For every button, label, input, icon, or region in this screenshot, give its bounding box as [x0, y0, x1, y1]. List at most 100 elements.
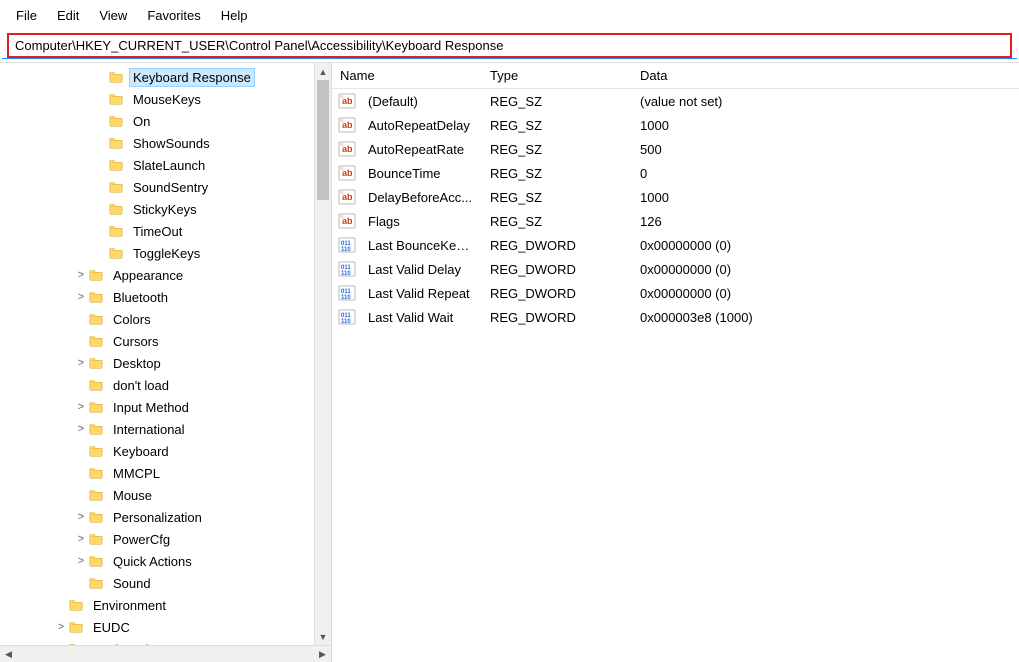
tree-item[interactable]: Mouse	[0, 484, 331, 506]
tree-item[interactable]: Keyboard	[0, 440, 331, 462]
tree-item[interactable]: Colors	[0, 308, 331, 330]
folder-icon	[108, 92, 124, 106]
scroll-right-icon[interactable]: ▶	[314, 646, 331, 662]
tree-item-label: EUDC	[90, 619, 133, 636]
value-data: 0x00000000 (0)	[632, 260, 932, 279]
tree-item[interactable]: don't load	[0, 374, 331, 396]
tree-item-label: don't load	[110, 377, 172, 394]
folder-icon	[88, 576, 104, 590]
menu-file[interactable]: File	[6, 4, 47, 27]
column-header-name[interactable]: Name	[332, 63, 482, 88]
tree-item[interactable]: MMCPL	[0, 462, 331, 484]
value-name: BounceTime	[360, 164, 482, 183]
tree-item[interactable]: >Bluetooth	[0, 286, 331, 308]
value-data: 1000	[632, 188, 932, 207]
tree-item-label: ToggleKeys	[130, 245, 203, 262]
expand-icon[interactable]: >	[74, 401, 88, 413]
folder-icon	[88, 444, 104, 458]
menu-edit[interactable]: Edit	[47, 4, 89, 27]
scrollbar-thumb[interactable]	[317, 80, 329, 200]
expand-icon[interactable]: >	[74, 269, 88, 281]
address-bar[interactable]: Computer\HKEY_CURRENT_USER\Control Panel…	[7, 33, 1012, 58]
value-data: 1000	[632, 116, 932, 135]
tree-item-label: TimeOut	[130, 223, 185, 240]
tree-item[interactable]: >International	[0, 418, 331, 440]
value-name: Last Valid Delay	[360, 260, 482, 279]
expand-icon[interactable]: >	[74, 423, 88, 435]
tree-horizontal-scrollbar[interactable]: ◀ ▶	[0, 645, 331, 662]
tree-item[interactable]: ShowSounds	[0, 132, 331, 154]
tree-item[interactable]: >Desktop	[0, 352, 331, 374]
value-type: REG_DWORD	[482, 308, 632, 327]
tree-item[interactable]: >Quick Actions	[0, 550, 331, 572]
folder-icon	[108, 136, 124, 150]
reg-dword-icon	[338, 236, 356, 254]
tree-item-label: SoundSentry	[130, 179, 211, 196]
scroll-down-icon[interactable]: ▼	[315, 628, 331, 645]
value-row[interactable]: AutoRepeatRateREG_SZ500	[332, 137, 1019, 161]
expand-icon[interactable]: >	[74, 511, 88, 523]
menubar: File Edit View Favorites Help	[0, 0, 1019, 31]
tree-item-label: On	[130, 113, 153, 130]
expand-icon[interactable]: >	[74, 533, 88, 545]
value-data: 0x000003e8 (1000)	[632, 308, 932, 327]
value-type: REG_DWORD	[482, 260, 632, 279]
reg-sz-icon	[338, 140, 356, 158]
value-row[interactable]: FlagsREG_SZ126	[332, 209, 1019, 233]
value-name: (Default)	[360, 92, 482, 111]
folder-icon	[88, 466, 104, 480]
tree-item[interactable]: On	[0, 110, 331, 132]
value-row[interactable]: Last Valid RepeatREG_DWORD0x00000000 (0)	[332, 281, 1019, 305]
value-name: Last Valid Wait	[360, 308, 482, 327]
menu-view[interactable]: View	[89, 4, 137, 27]
tree-item[interactable]: Cursors	[0, 330, 331, 352]
folder-icon	[88, 400, 104, 414]
menu-favorites[interactable]: Favorites	[137, 4, 210, 27]
value-type: REG_DWORD	[482, 284, 632, 303]
value-row[interactable]: DelayBeforeAcc...REG_SZ1000	[332, 185, 1019, 209]
tree-item[interactable]: MouseKeys	[0, 88, 331, 110]
value-data: (value not set)	[632, 92, 932, 111]
folder-icon	[108, 202, 124, 216]
value-row[interactable]: Last Valid WaitREG_DWORD0x000003e8 (1000…	[332, 305, 1019, 329]
expand-icon[interactable]: >	[74, 357, 88, 369]
menu-help[interactable]: Help	[211, 4, 258, 27]
tree-item[interactable]: Environment	[0, 594, 331, 616]
tree-item[interactable]: >PowerCfg	[0, 528, 331, 550]
column-header-type[interactable]: Type	[482, 63, 632, 88]
value-row[interactable]: (Default)REG_SZ(value not set)	[332, 89, 1019, 113]
tree-item-label: Mouse	[110, 487, 155, 504]
value-type: REG_SZ	[482, 188, 632, 207]
tree-item[interactable]: SoundSentry	[0, 176, 331, 198]
value-row[interactable]: BounceTimeREG_SZ0	[332, 161, 1019, 185]
scroll-up-icon[interactable]: ▲	[315, 63, 331, 80]
tree-item[interactable]: ToggleKeys	[0, 242, 331, 264]
reg-sz-icon	[338, 164, 356, 182]
registry-tree[interactable]: Keyboard ResponseMouseKeys On ShowSoundsSl…	[0, 63, 331, 662]
tree-item[interactable]: Sound	[0, 572, 331, 594]
value-type: REG_SZ	[482, 212, 632, 231]
value-row[interactable]: Last Valid DelayREG_DWORD0x00000000 (0)	[332, 257, 1019, 281]
tree-item[interactable]: Keyboard Response	[0, 66, 331, 88]
expand-icon[interactable]: >	[54, 621, 68, 633]
tree-item[interactable]: >Input Method	[0, 396, 331, 418]
expand-icon[interactable]: >	[74, 291, 88, 303]
value-type: REG_SZ	[482, 92, 632, 111]
value-row[interactable]: Last BounceKey ...REG_DWORD0x00000000 (0…	[332, 233, 1019, 257]
value-row[interactable]: AutoRepeatDelayREG_SZ1000	[332, 113, 1019, 137]
tree-vertical-scrollbar[interactable]: ▲ ▼	[314, 63, 331, 645]
tree-item[interactable]: >Personalization	[0, 506, 331, 528]
tree-item[interactable]: >Appearance	[0, 264, 331, 286]
tree-item-label: Environment	[90, 597, 169, 614]
tree-item[interactable]: > EUDC	[0, 616, 331, 638]
content-split: Keyboard ResponseMouseKeys On ShowSoundsSl…	[0, 62, 1019, 662]
scroll-left-icon[interactable]: ◀	[0, 646, 17, 662]
value-data: 0x00000000 (0)	[632, 284, 932, 303]
tree-item-label: Colors	[110, 311, 154, 328]
tree-item[interactable]: SlateLaunch	[0, 154, 331, 176]
tree-item[interactable]: TimeOut	[0, 220, 331, 242]
column-header-data[interactable]: Data	[632, 63, 932, 88]
expand-icon[interactable]: >	[74, 555, 88, 567]
tree-item[interactable]: StickyKeys	[0, 198, 331, 220]
tree-pane: Keyboard ResponseMouseKeys On ShowSoundsSl…	[0, 63, 332, 662]
